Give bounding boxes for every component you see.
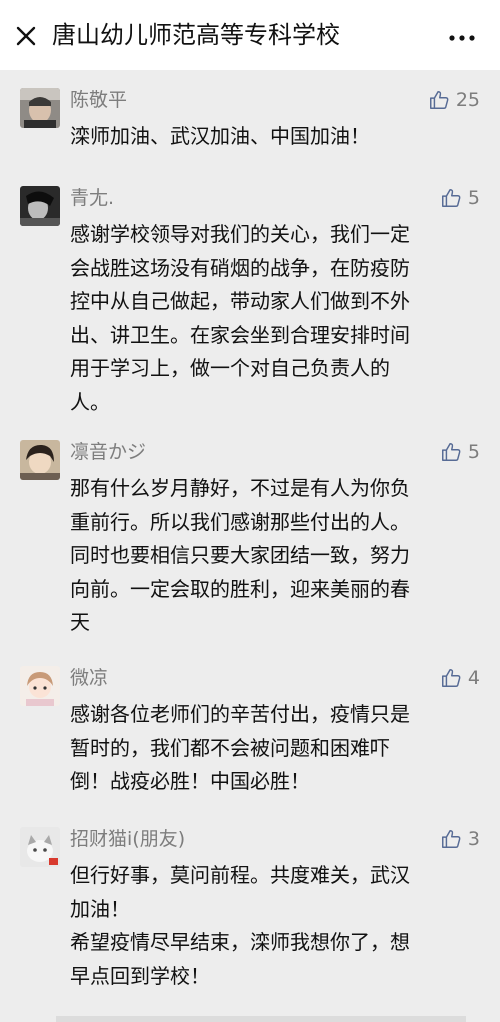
avatar[interactable] [20, 88, 60, 128]
comment-author: 微凉 [70, 667, 109, 689]
comment-line: 向前。一定会取的胜利，迎来美丽的春 [70, 576, 410, 601]
like-count: 4 [467, 667, 480, 689]
comment-line: 滦师加油、武汉加油、中国加油！ [70, 124, 370, 148]
thumbs-up-icon [441, 669, 461, 687]
comment-line: 重前行。所以我们感谢那些付出的人。 [70, 509, 410, 534]
thumbs-up-icon [441, 830, 461, 848]
thumbs-up-icon [441, 189, 461, 207]
avatar[interactable] [20, 827, 60, 867]
like-count: 5 [467, 187, 480, 209]
comment-text: 感谢学校领导对我们的关心，我们一定 会战胜这场没有硝烟的战争，在防疫防 控中从自… [70, 218, 475, 419]
comment-line: 暂时的，我们都不会被问题和困难吓 [70, 735, 390, 760]
like-button[interactable]: 5 [440, 438, 480, 466]
avatar[interactable] [20, 666, 60, 706]
comment-author: 青尢. [70, 187, 115, 209]
comment-text: 滦师加油、武汉加油、中国加油！ [70, 120, 475, 154]
like-button[interactable]: 25 [428, 86, 480, 114]
close-icon[interactable] [12, 22, 40, 50]
like-count: 5 [467, 441, 480, 463]
comment-line: 人。 [70, 389, 110, 414]
like-button[interactable]: 5 [440, 184, 480, 212]
avatar[interactable] [20, 440, 60, 480]
comment-line: 同时也要相信只要大家团结一致，努力 [70, 543, 410, 567]
comment-text: 感谢各位老师们的辛苦付出，疫情只是 暂时的，我们都不会被问题和困难吓 倒！战疫必… [70, 698, 475, 799]
comment-line: 控中从自己做起，带动家人们做到不外 [70, 289, 410, 313]
comment-line: 希望疫情尽早结束，滦师我想你了，想 [70, 930, 410, 954]
comment-line: 那有什么岁月静好，不过是有人为你负 [70, 476, 410, 500]
thumbs-up-icon [441, 443, 461, 461]
comment-line: 感谢学校领导对我们的关心，我们一定 [70, 222, 410, 246]
avatar[interactable] [20, 186, 60, 226]
comment-line: 会战胜这场没有硝烟的战争，在防疫防 [70, 255, 410, 280]
more-options-icon[interactable] [446, 22, 478, 50]
comment-line: 感谢各位老师们的辛苦付出，疫情只是 [70, 702, 410, 726]
comment-line: 天 [70, 610, 90, 634]
top-bar: 唐山幼儿师范高等专科学校 [0, 0, 500, 70]
comment-author: 凛音かジ [70, 441, 147, 463]
comment-line: 但行好事，莫问前程。共度难关，武汉 [70, 863, 410, 887]
like-count: 25 [455, 89, 480, 111]
thumbs-up-icon [429, 91, 449, 109]
like-button[interactable]: 3 [440, 825, 480, 853]
comment-line: 用于学习上，做一个对自己负责人的 [70, 356, 390, 380]
comment-author: 陈敬平 [70, 89, 128, 111]
like-button[interactable]: 4 [440, 664, 480, 692]
comment-line: 出、讲卫生。在家会坐到合理安排时间 [70, 322, 410, 347]
bottom-divider [56, 1016, 466, 1022]
like-count: 3 [467, 828, 480, 850]
comment-text: 那有什么岁月静好，不过是有人为你负 重前行。所以我们感谢那些付出的人。 同时也要… [70, 472, 475, 640]
page-title: 唐山幼儿师范高等专科学校 [52, 21, 340, 49]
comment-line: 倒！战疫必胜！中国必胜！ [70, 769, 310, 793]
comment-line: 加油！ [70, 896, 130, 921]
comment-line: 早点回到学校！ [70, 963, 210, 988]
comment-text: 但行好事，莫问前程。共度难关，武汉 加油！ 希望疫情尽早结束，滦师我想你了，想 … [70, 859, 475, 993]
comment-list: 陈敬平 25 滦师加油、武汉加油、中国加油！ 青尢. 5 感谢学校领导对我们的关… [0, 70, 500, 1022]
comment-author: 招财猫i(朋友) [70, 828, 186, 850]
